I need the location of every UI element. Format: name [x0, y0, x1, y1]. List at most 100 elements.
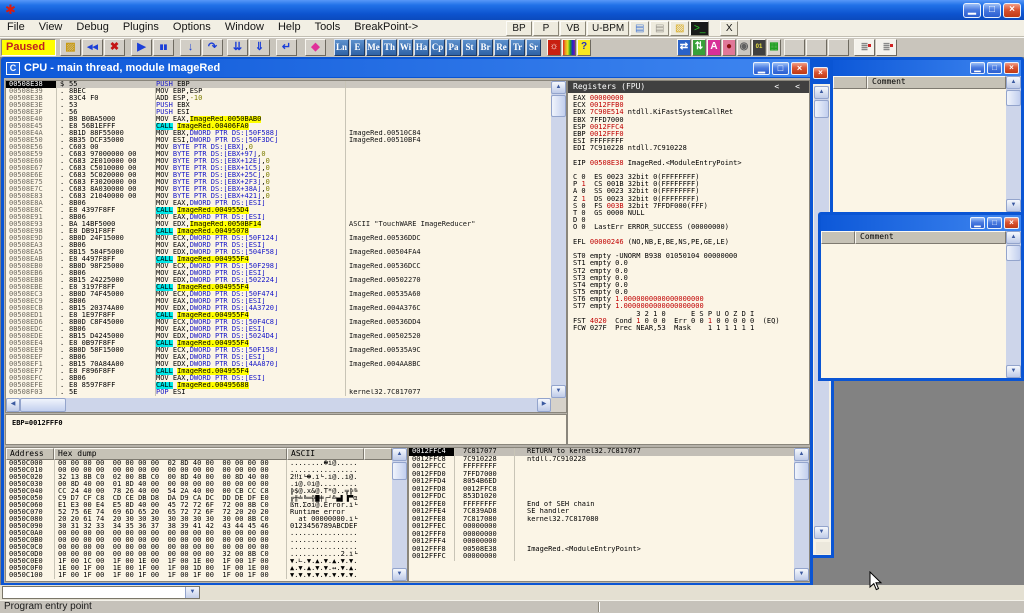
scroll-thumb[interactable]	[1006, 245, 1021, 261]
stack-row[interactable]: 0012FFFC00000000	[409, 553, 809, 561]
execute-till-return-button[interactable]: ↵	[276, 39, 297, 56]
pause-button[interactable]: ▮▮	[153, 39, 174, 56]
stack-row[interactable]: 0012FFCCFFFFFFFF	[409, 463, 809, 471]
register-line[interactable]: EFL 00000246 (NO,NB,E,BE,NS,PE,GE,LE)	[573, 239, 807, 246]
close-button[interactable]: ×	[813, 67, 828, 79]
dump-row[interactable]: 0050C050C9 D7 CF C8 CD CE DB D8 DA D9 CA…	[6, 495, 407, 502]
menu-button-ubpm[interactable]: U-BPM	[587, 21, 629, 36]
close-button[interactable]: ×	[1004, 62, 1019, 74]
disasm-row[interactable]: 00508EC3.8B0D 74F45000MOV ECX,DWORD PTR …	[6, 291, 551, 298]
dump-row[interactable]: 0050C02032 13 8B C0 02 00 8B C0 00 8D 40…	[6, 474, 407, 481]
registers-header[interactable]: Registers (FPU) < <	[568, 81, 809, 93]
register-line[interactable]: EDI 7C910228 ntdll.7C910228	[573, 145, 807, 152]
title-bar[interactable]: ✱ ▁ □ ×	[0, 0, 1024, 20]
side-window-2[interactable]: ▁ □ × Comment ▲ ▼	[818, 212, 1024, 381]
stack-vscrollbar[interactable]: ▲ ▼	[794, 448, 809, 581]
disasm-row[interactable]: 00508E60.C683 2E010000 00MOV BYTE PTR DS…	[6, 158, 551, 165]
dump-row[interactable]: 0050C0A000 00 00 00 00 00 00 00 00 00 00…	[6, 530, 407, 537]
menu-file[interactable]: File	[0, 20, 32, 36]
console-icon[interactable]: >_	[690, 21, 709, 36]
menu-window[interactable]: Window	[218, 20, 271, 36]
scroll-thumb[interactable]	[392, 462, 407, 480]
restore-button[interactable]: □	[987, 217, 1002, 229]
side-window-1-scrollbar[interactable]: ▲ ▼	[1006, 76, 1021, 212]
references-button[interactable]: Re	[494, 39, 509, 56]
dump-row[interactable]: 0050C0C000 00 00 00 00 00 00 00 00 00 00…	[6, 544, 407, 551]
scroll-thumb[interactable]	[794, 462, 809, 480]
ascii-button[interactable]: A	[707, 39, 721, 56]
disasm-row[interactable]: 00508E56.C603 00MOV BYTE PTR DS:[EBX],0	[6, 144, 551, 151]
call-stack-button[interactable]: St	[462, 39, 477, 56]
disasm-row[interactable]: 00508EFE.E8 8597F8FFCALL ImageRed.004956…	[6, 382, 551, 389]
disasm-row[interactable]: 00508ECB.8B15 20374A00MOV EDX,DWORD PTR …	[6, 305, 551, 312]
open-folder-icon[interactable]: ▨	[670, 21, 689, 36]
disasm-row[interactable]: 00508EE4.E8 0B97F8FFCALL ImageRed.004955…	[6, 340, 551, 347]
disasm-hscrollbar[interactable]: ◀ ▶	[6, 398, 551, 412]
disasm-row[interactable]: 00508EB8.8B15 24225000MOV EDX,DWORD PTR …	[6, 277, 551, 284]
disasm-row[interactable]: 00508EDE.8B15 D4245000MOV EDX,DWORD PTR …	[6, 333, 551, 340]
log-button[interactable]: Ln	[334, 39, 349, 56]
disasm-row[interactable]: 00508EEF.8B06MOV EAX,DWORD PTR DS:[ESI]	[6, 354, 551, 361]
disasm-row[interactable]: 00508E38$55PUSH EBP	[6, 81, 551, 88]
disasm-row[interactable]: 00508E40.B8 B0BA5000MOV EAX,ImageRed.005…	[6, 116, 551, 123]
stack-row[interactable]: 0012FFF800508E38ImageRed.<ModuleEntryPoi…	[409, 546, 809, 554]
register-line[interactable]: O 0 LastErr ERROR_SUCCESS (00000000)	[573, 224, 807, 231]
scroll-down-button[interactable]: ▼	[551, 385, 566, 398]
stack-row[interactable]: 0012FFE47C839AD8SE handler	[409, 508, 809, 516]
disasm-row[interactable]: 00508E3B.83C4 F0ADD ESP,-10	[6, 95, 551, 102]
toolbar-empty-slot-3[interactable]	[828, 39, 849, 56]
panel-layout-button-1[interactable]: ≣	[854, 39, 875, 56]
dropdown-arrow-icon[interactable]: ▼	[185, 587, 199, 598]
disasm-row[interactable]: 00508E39.8BECMOV EBP,ESP	[6, 88, 551, 95]
disasm-vscrollbar[interactable]: ▲ ▼	[551, 81, 566, 398]
dump-row[interactable]: 0050C07052 75 6E 74 69 6D 65 20 65 72 72…	[6, 509, 407, 516]
binary-button[interactable]: 01	[752, 39, 766, 56]
scroll-down-button[interactable]: ▼	[1006, 199, 1021, 212]
disasm-row[interactable]: 00508EB6.8B06MOV EAX,DWORD PTR DS:[ESI]	[6, 270, 551, 277]
swap-panes-button[interactable]: ⇄	[677, 39, 691, 56]
handles-button[interactable]: Ha	[414, 39, 429, 56]
minimize-button[interactable]: ▁	[963, 3, 981, 18]
menu-plugins[interactable]: Plugins	[116, 20, 166, 36]
scroll-up-button[interactable]: ▲	[794, 448, 809, 461]
disasm-row[interactable]: 00508ED6.8B0D C8F45000MOV ECX,DWORD PTR …	[6, 319, 551, 326]
dump-row[interactable]: 0050C1001F 00 1F 00 1F 00 1F 00 1F 00 1F…	[6, 572, 407, 579]
dump-row[interactable]: 0050C00000 00 00 00 00 00 00 00 02 8D 40…	[6, 460, 407, 467]
stack-row[interactable]: 0012FFC87C910228ntdll.7C910228	[409, 456, 809, 464]
menu-button-p[interactable]: P	[533, 21, 559, 36]
disasm-row[interactable]: 00508E98.E8 DB91F8FFCALL ImageRed.004950…	[6, 228, 551, 235]
new-document-icon[interactable]: ▤	[630, 21, 649, 36]
dump-row[interactable]: 0050C0D000 00 00 00 00 00 00 00 00 00 00…	[6, 551, 407, 558]
dump-row[interactable]: 0050C08020 20 61 74 20 30 30 30 30 30 30…	[6, 516, 407, 523]
disasm-row[interactable]: 00508ED1.E8 1E97F8FFCALL ImageRed.004955…	[6, 312, 551, 319]
toolbar-empty-slot-2[interactable]	[806, 39, 827, 56]
register-line[interactable]: FCW 027F Prec NEAR,53 Mask 1 1 1 1 1 1	[573, 325, 807, 332]
scroll-up-button[interactable]: ▲	[551, 81, 566, 94]
disasm-row[interactable]: 00508E7C.C683 8A030000 00MOV BYTE PTR DS…	[6, 186, 551, 193]
disasm-row[interactable]: 00508E8A.8B06MOV EAX,DWORD PTR DS:[ESI]	[6, 200, 551, 207]
appearance-button[interactable]	[562, 39, 576, 56]
disasm-row[interactable]: 00508EF1.8B15 70A84A00MOV EDX,DWORD PTR …	[6, 361, 551, 368]
dump-row[interactable]: 0050C01000 00 00 00 00 00 00 00 00 00 00…	[6, 467, 407, 474]
scroll-up-button[interactable]: ▲	[814, 86, 829, 99]
dump-vscrollbar[interactable]: ▲ ▼	[392, 448, 407, 581]
stack-row[interactable]: 0012FFE0FFFFFFFFEnd of SEH chain	[409, 501, 809, 509]
disasm-row[interactable]: 00508EE9.8B0D 58F15000MOV ECX,DWORD PTR …	[6, 347, 551, 354]
stack-row[interactable]: 0012FFE87C817080kernel32.7C817080	[409, 516, 809, 524]
disasm-row[interactable]: 00508EB0.8B0D 98F25000MOV ECX,DWORD PTR …	[6, 263, 551, 270]
scroll-thumb[interactable]	[814, 100, 829, 118]
close-button[interactable]: ×	[1004, 217, 1019, 229]
step-into-button[interactable]: ↓	[180, 39, 201, 56]
minimize-button[interactable]: ▁	[753, 62, 770, 75]
side-window-1-title-bar[interactable]: ▁ □ ×	[833, 60, 1021, 76]
disasm-row[interactable]: 00508E8C.E8 4397F8FFCALL ImageRed.004955…	[6, 207, 551, 214]
disasm-row[interactable]: 00508E83.C683 21040000 00MOV BYTE PTR DS…	[6, 193, 551, 200]
stack-row[interactable]: 0012FFEC00000000	[409, 523, 809, 531]
disasm-row[interactable]: 00508E67.C683 C5010000 00MOV BYTE PTR DS…	[6, 165, 551, 172]
panel-layout-button-2[interactable]: ≣	[876, 39, 897, 56]
dump-row[interactable]: 0050C040CC 24 40 00 78 26 40 00 54 2A 40…	[6, 488, 407, 495]
dump-row[interactable]: 0050C0E01F 00 1C 00 1F 00 1E 00 1F 00 1E…	[6, 558, 407, 565]
animate-into-button[interactable]: ⇊	[227, 39, 248, 56]
menu-debug[interactable]: Debug	[69, 20, 115, 36]
scroll-down-button[interactable]: ▼	[392, 568, 407, 581]
